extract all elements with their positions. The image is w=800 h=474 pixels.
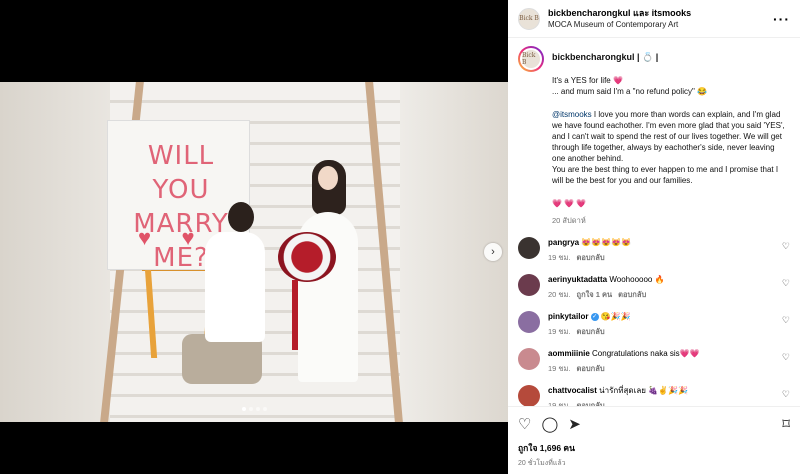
heart-icon[interactable]: ♡ [518,417,531,432]
comment-like-icon[interactable]: ♡ [782,389,790,400]
comment-like-icon[interactable]: ♡ [782,241,790,252]
comment-list: pangrya 😻😻😻😻😻 19 ชม. ตอบกลับ ♡ aerinyuktadat… [518,237,790,406]
avatar-text: Bick B [519,15,539,22]
avatar-text: Bick B [522,52,536,66]
caption-line-2: ... and mum said I'm a "no refund policy… [552,87,708,96]
carousel-dot [249,407,253,411]
man-head [228,202,254,232]
header-text: bickbencharongkul และ itsmooks MOCA Muse… [548,7,765,31]
comment-body: chattvocalist น่ารักที่สุดเลย 🍇✌️🎉🎉 19 ชม… [548,385,774,406]
author-avatar[interactable]: Bick B [518,7,540,30]
more-options-icon[interactable]: ··· [773,11,790,27]
comment-likes[interactable]: ถูกใจ 1 คน [577,290,613,299]
comment-meta: 19 ชม. ตอบกลับ [548,326,774,337]
caption-avatar: Bick B [520,48,542,70]
carousel-dots [242,407,267,411]
carousel-dot [256,407,260,411]
comment-row: pinkytailor ✓ 😘🎉🎉 19 ชม. ตอบกลับ ♡ [518,311,790,337]
bouquet-ribbon [292,280,298,350]
verified-badge-icon: ✓ [590,312,599,321]
mention-link[interactable]: @itsmooks [552,110,592,119]
header-location[interactable]: MOCA Museum of Contemporary Art [548,19,765,31]
commenter-avatar[interactable] [518,311,540,333]
post-time: 20 ชั่วโมงที่แล้ว [518,460,566,467]
comment-row: aommiiinie Congratulations naka sis💗💗 19 … [518,348,790,374]
comment-body: pangrya 😻😻😻😻😻 19 ชม. ตอบกลับ [548,237,774,263]
comment-like-icon[interactable]: ♡ [782,315,790,326]
comment-meta: 20 ชม. ถูกใจ 1 คน ตอบกลับ [548,289,774,300]
comment-text: น่ารักที่สุดเลย 🍇✌️🎉🎉 [599,386,688,395]
caption-body: bickbencharongkul | 💍 | It's a YES for l… [552,46,790,226]
carousel-dot [263,407,267,411]
comment-text: 😘🎉🎉 [600,312,631,321]
likes-count[interactable]: ถูกใจ 1,696 คน [518,441,790,455]
man-body [205,232,265,342]
commenter-name[interactable]: aerinyuktadatta [548,275,607,284]
comment-text: Woohooooo 🔥 [609,275,665,284]
commenter-avatar[interactable] [518,274,540,296]
comment-like-icon[interactable]: ♡ [782,278,790,289]
post-header: Bick B bickbencharongkul และ itsmooks MO… [508,0,800,38]
next-slide-button[interactable]: › [484,243,502,261]
commenter-name[interactable]: pinkytailor [548,312,588,321]
caption-line-1-text: It's a YES for life [552,76,613,85]
caption-hearts: 💗 💗 💗 [552,199,587,208]
commenter-name[interactable]: pangrya [548,238,579,247]
comment-body: aommiiinie Congratulations naka sis💗💗 19 … [548,348,774,374]
commenter-avatar[interactable] [518,385,540,406]
post-sidebar: Bick B bickbencharongkul และ itsmooks MO… [508,0,800,474]
comment-text: Congratulations naka sis💗💗 [592,349,700,358]
caption-line-1: It's a YES for life 💗 [552,75,790,86]
carousel-dot-active [242,407,246,411]
caption-para-3: You are the best thing to ever happen to… [552,165,779,185]
commenter-name[interactable]: chattvocalist [548,386,597,395]
comment-meta: 19 ชม. ตอบกลับ [548,363,774,374]
comment-icon[interactable]: ◯ [541,417,558,432]
comment-body: aerinyuktadatta Woohooooo 🔥 20 ชม. ถูกใจ 1… [548,274,774,300]
comment-body: pinkytailor ✓ 😘🎉🎉 19 ชม. ตอบกลับ [548,311,774,337]
reply-button[interactable]: ตอบกลับ [618,290,646,299]
comments-scroll[interactable]: Bick B bickbencharongkul | 💍 | It's a YE… [508,38,800,406]
post-viewer: WILL YOU MARRY ME? ♥ ♥ ♥ [0,0,800,474]
commenter-avatar[interactable] [518,348,540,370]
caption-para-2: @itsmooks I love you more than words can… [552,109,790,164]
sign-line-1: WILL YOU [147,141,215,205]
commenter-avatar[interactable] [518,237,540,259]
share-icon[interactable]: ➤ [568,417,581,432]
comment-time: 20 ชม. [548,290,571,299]
comment-time: 19 ชม. [548,327,571,336]
comment-like-icon[interactable]: ♡ [782,352,790,363]
bookmark-icon[interactable]: ⌑ [782,417,790,432]
comment-meta: 19 ชม. ตอบกลับ [548,252,774,263]
bouquet [278,232,336,282]
action-icons: ♡ ◯ ➤ ⌑ [518,413,790,435]
reply-button[interactable]: ตอบกลับ [577,253,605,262]
heart-icon: ♥ [181,225,195,250]
comment-row: chattvocalist น่ารักที่สุดเลย 🍇✌️🎉🎉 19 ชม… [518,385,790,406]
post-media: WILL YOU MARRY ME? ♥ ♥ ♥ [0,0,508,474]
commenter-name[interactable]: aommiiinie [548,349,590,358]
comment-time: 19 ชม. [548,364,571,373]
caption-avatar-ring[interactable]: Bick B [518,46,544,72]
caption-username[interactable]: bickbencharongkul | 💍 | [552,52,790,63]
header-username[interactable]: bickbencharongkul และ itsmooks [548,7,765,19]
action-bar: ♡ ◯ ➤ ⌑ ถูกใจ 1,696 คน 20 ชั่วโมงที่แล้ว [508,406,800,474]
comment-row: aerinyuktadatta Woohooooo 🔥 20 ชม. ถูกใจ 1… [518,274,790,300]
comment-time: 19 ชม. [548,253,571,262]
heart-emoji: 💗 [612,76,623,85]
comment-text: 😻😻😻😻😻 [581,238,632,247]
woman-face [318,166,338,190]
post-photo[interactable]: WILL YOU MARRY ME? ♥ ♥ ♥ [0,82,508,422]
caption: Bick B bickbencharongkul | 💍 | It's a YE… [518,46,790,226]
comment-row: pangrya 😻😻😻😻😻 19 ชม. ตอบกลับ ♡ [518,237,790,263]
reply-button[interactable]: ตอบกลับ [577,364,605,373]
chevron-right-icon: › [491,246,495,258]
caption-time: 20 สัปดาห์ [552,216,586,225]
heart-icon: ♥ [138,225,152,250]
reply-button[interactable]: ตอบกลับ [577,327,605,336]
